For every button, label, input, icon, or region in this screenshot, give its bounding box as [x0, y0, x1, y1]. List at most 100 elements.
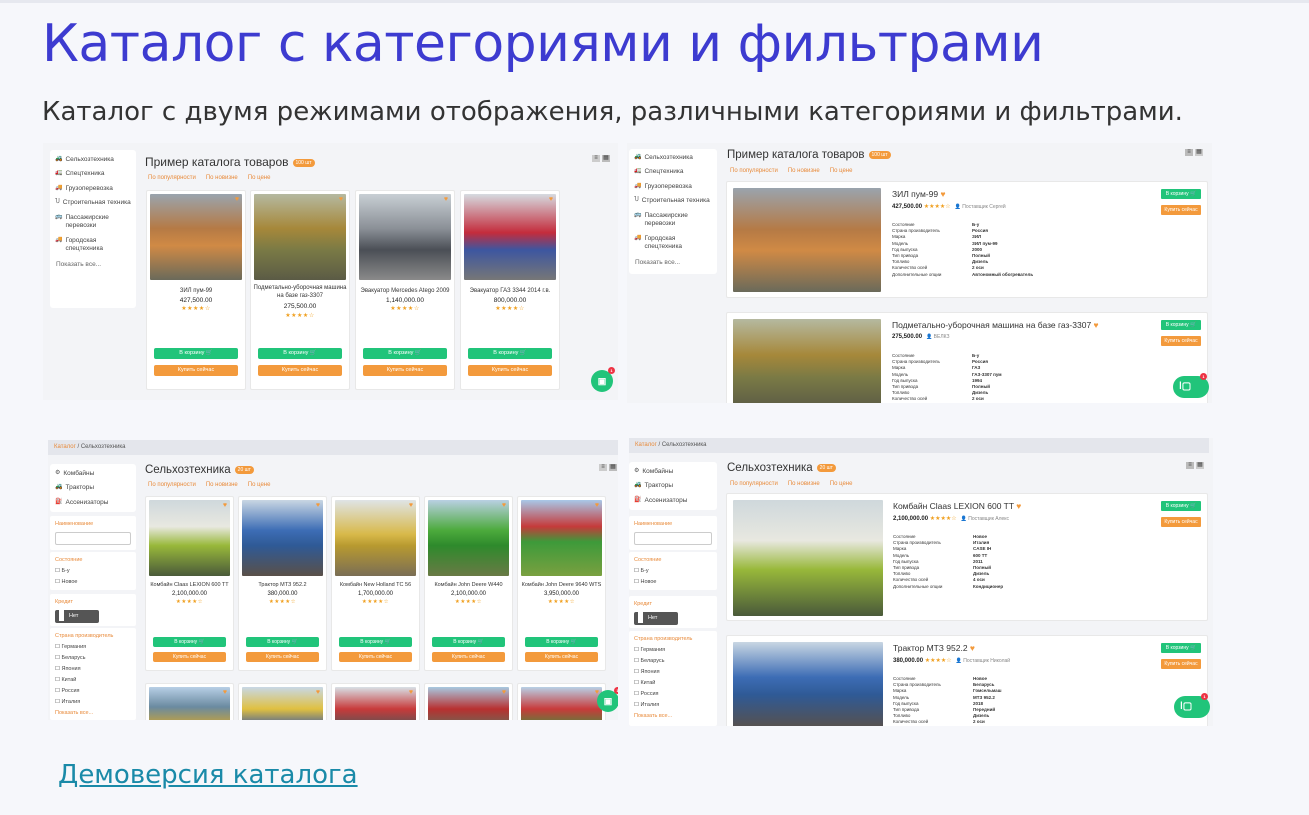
country-option[interactable]: ☐ Россия: [55, 686, 131, 697]
breadcrumb-root[interactable]: Каталог: [635, 442, 657, 448]
country-option[interactable]: ☐ Китай: [55, 675, 131, 686]
product-card[interactable]: ♥ Трактор МТЗ 952.2 380,000.00 ★★★★☆ В к…: [238, 496, 327, 671]
country-option[interactable]: ☐ Германия: [55, 642, 131, 653]
product-card[interactable]: ♥ Эвакуатор ГАЗ 3344 2014 г.в. 800,000.0…: [460, 190, 560, 390]
heart-icon[interactable]: ♥: [940, 189, 945, 199]
add-to-cart-button[interactable]: В корзину 🛒: [363, 348, 447, 359]
country-option[interactable]: ☐ Япония: [55, 664, 131, 675]
grid-view-icon[interactable]: ▦: [609, 464, 617, 471]
buy-now-button[interactable]: Купить сейчас: [363, 365, 447, 376]
product-card[interactable]: ♥ Комбайн John Deere W440 2,100,000.00 ★…: [424, 496, 513, 671]
product-card[interactable]: ♥ Эвакуатор Mercedes Atego 2009 1,140,00…: [355, 190, 455, 390]
category-item-passenger[interactable]: 🚌 Пассажирские перевозки: [629, 209, 717, 232]
state-option[interactable]: ☐ Б-у: [634, 566, 712, 577]
country-option[interactable]: ☐ Япония: [634, 667, 712, 678]
sort-new[interactable]: По новизне: [206, 175, 238, 181]
buy-now-button[interactable]: Купить сейчас: [432, 652, 505, 662]
category-item-construction[interactable]: Ⴎ Строительная техника: [50, 196, 136, 210]
category-item-agri[interactable]: 🚜 Сельхозтехника: [50, 153, 136, 167]
buy-now-button[interactable]: Купить сейчас: [1161, 205, 1201, 215]
sort-popular[interactable]: По популярности: [730, 481, 778, 487]
breadcrumb-root[interactable]: Каталог: [54, 444, 76, 450]
add-to-cart-button[interactable]: В корзину 🛒: [339, 637, 412, 647]
buy-now-button[interactable]: Купить сейчас: [339, 652, 412, 662]
sort-new[interactable]: По новизне: [788, 168, 820, 174]
list-view-icon[interactable]: ≡: [1186, 462, 1194, 469]
buy-now-button[interactable]: Купить сейчас: [1161, 517, 1201, 527]
product-list-item[interactable]: ЗИЛ пум-99 ♥ 427,500.00 ★★★★☆ 👤 Поставщик…: [726, 181, 1208, 298]
name-filter-input[interactable]: [55, 532, 131, 545]
list-view-icon[interactable]: ≡: [599, 464, 607, 471]
chat-widget-button[interactable]: ▣ 1: [597, 687, 618, 712]
buy-now-button[interactable]: Купить сейчас: [468, 365, 552, 376]
heart-icon[interactable]: ♥: [1094, 320, 1099, 330]
state-option[interactable]: ☐ Новое: [634, 577, 712, 588]
add-to-cart-button[interactable]: В корзину 🛒: [1161, 643, 1201, 653]
product-card[interactable]: ♥: [517, 683, 606, 720]
state-option[interactable]: ☐ Б-у: [55, 566, 131, 577]
add-to-cart-button[interactable]: В корзину 🛒: [1161, 320, 1201, 330]
buy-now-button[interactable]: Купить сейчас: [153, 652, 226, 662]
demo-link[interactable]: Демоверсия каталога: [58, 760, 358, 790]
category-item-special[interactable]: 🚛 Спецтехника: [629, 165, 717, 179]
buy-now-button[interactable]: Купить сейчас: [258, 365, 342, 376]
show-all-link[interactable]: Показать все...: [50, 257, 136, 272]
credit-toggle[interactable]: Нет: [634, 612, 678, 625]
country-option[interactable]: ☐ Россия: [634, 689, 712, 700]
add-to-cart-button[interactable]: В корзину 🛒: [525, 637, 598, 647]
sort-price[interactable]: По цене: [830, 481, 853, 487]
category-item-city[interactable]: 🚚 Городская спецтехника: [50, 234, 136, 257]
category-item-passenger[interactable]: 🚌 Пассажирские перевозки: [50, 211, 136, 234]
sort-new[interactable]: По новизне: [788, 481, 820, 487]
category-item-city[interactable]: 🚚 Городская спецтехника: [629, 232, 717, 255]
chat-widget-button[interactable]: ▣ 1: [591, 367, 615, 392]
subcategory-item-combines[interactable]: ⚙ Комбайны: [629, 465, 717, 479]
subcategory-item-combines[interactable]: ⚙ Комбайны: [50, 467, 136, 481]
sort-popular[interactable]: По популярности: [730, 168, 778, 174]
buy-now-button[interactable]: Купить сейчас: [1161, 659, 1201, 669]
product-card[interactable]: ♥ Комбайн Claas LEXION 600 TT 2,100,000.…: [145, 496, 234, 671]
heart-icon[interactable]: ♥: [235, 196, 239, 203]
buy-now-button[interactable]: Купить сейчас: [154, 365, 238, 376]
heart-icon[interactable]: ♥: [339, 196, 343, 203]
product-list-item[interactable]: Комбайн Claas LEXION 600 TT ♥ 2,100,000.…: [726, 493, 1208, 621]
heart-icon[interactable]: ♥: [409, 502, 413, 509]
category-item-cargo[interactable]: 🚚 Грузоперевозка: [50, 182, 136, 196]
subcategory-item-tractors[interactable]: 🚜 Тракторы: [629, 479, 717, 493]
category-item-cargo[interactable]: 🚚 Грузоперевозка: [629, 180, 717, 194]
heart-icon[interactable]: ♥: [223, 689, 227, 696]
product-list-item[interactable]: Трактор МТЗ 952.2 ♥ 380,000.00 ★★★★☆ 👤 По…: [726, 635, 1208, 726]
category-item-construction[interactable]: Ⴎ Строительная техника: [629, 194, 717, 208]
chat-widget-button[interactable]: ǀ▢ 1: [1174, 693, 1210, 718]
category-item-agri[interactable]: 🚜 Сельхозтехника: [629, 151, 717, 165]
show-all-link[interactable]: Показать все...: [55, 708, 131, 719]
buy-now-button[interactable]: Купить сейчас: [1161, 336, 1201, 346]
sort-price[interactable]: По цене: [830, 168, 853, 174]
chat-widget-button[interactable]: ǀ▢ 1: [1173, 373, 1209, 398]
category-item-special[interactable]: 🚛 Спецтехника: [50, 167, 136, 181]
heart-icon[interactable]: ♥: [409, 689, 413, 696]
product-card[interactable]: ♥: [145, 683, 234, 720]
product-card[interactable]: ♥: [331, 683, 420, 720]
buy-now-button[interactable]: Купить сейчас: [246, 652, 319, 662]
country-option[interactable]: ☐ Италия: [634, 700, 712, 711]
heart-icon[interactable]: ♥: [316, 502, 320, 509]
add-to-cart-button[interactable]: В корзину 🛒: [154, 348, 238, 359]
add-to-cart-button[interactable]: В корзину 🛒: [246, 637, 319, 647]
add-to-cart-button[interactable]: В корзину 🛒: [432, 637, 505, 647]
product-card[interactable]: ♥ Подметально-уборочная машина на базе г…: [250, 190, 350, 390]
heart-icon[interactable]: ♥: [502, 689, 506, 696]
grid-view-icon[interactable]: ▦: [602, 155, 610, 162]
sort-new[interactable]: По новизне: [206, 482, 238, 488]
add-to-cart-button[interactable]: В корзину 🛒: [153, 637, 226, 647]
state-option[interactable]: ☐ Новое: [55, 577, 131, 588]
country-option[interactable]: ☐ Беларусь: [55, 653, 131, 664]
country-option[interactable]: ☐ Германия: [634, 645, 712, 656]
show-all-link[interactable]: Показать все...: [634, 711, 712, 722]
subcategory-item-tankers[interactable]: ⛽ Ассенизаторы: [629, 494, 717, 508]
subcategory-item-tractors[interactable]: 🚜 Тракторы: [50, 481, 136, 495]
grid-view-icon[interactable]: ▦: [1195, 149, 1203, 156]
product-list-item[interactable]: Подметально-уборочная машина на базе газ…: [726, 312, 1208, 403]
heart-icon[interactable]: ♥: [444, 196, 448, 203]
product-card[interactable]: ♥ Комбайн New Holland TC 56 1,700,000.00…: [331, 496, 420, 671]
